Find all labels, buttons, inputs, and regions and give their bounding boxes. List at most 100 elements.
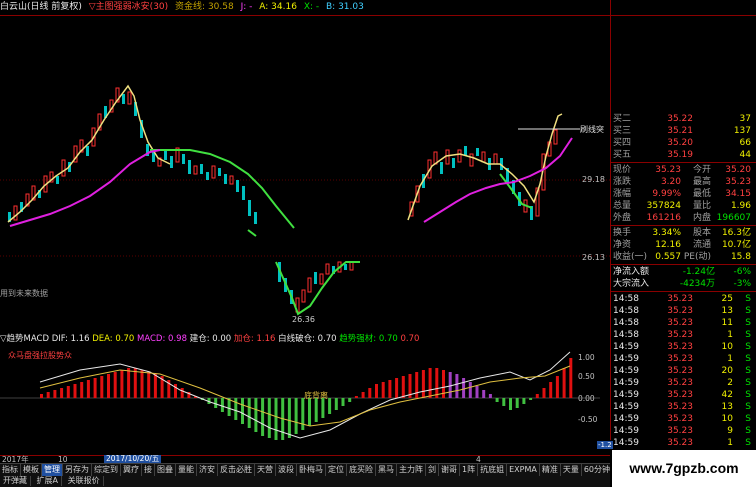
tab-7[interactable]: 图叠	[155, 464, 176, 476]
macd-bar	[401, 376, 405, 398]
macd-bar	[368, 388, 372, 398]
macd-bar	[247, 398, 251, 428]
macd-bar	[354, 396, 358, 398]
macd-bar	[113, 372, 117, 398]
tick-row-10: 14:59 35.23 10 S	[613, 414, 751, 424]
tab-2[interactable]: 管理	[42, 464, 63, 476]
tick-row-0: 14:58 35.23 25 S	[613, 294, 751, 304]
macd-bar	[60, 388, 64, 398]
macd-axis-3: 0.00	[578, 394, 595, 403]
bid-row-2: 买四 35.20 66	[613, 138, 751, 148]
macd-bar	[515, 398, 519, 408]
candles-segment-1	[8, 87, 257, 224]
tab-14[interactable]: 定位	[326, 464, 347, 476]
macd-title[interactable]: ▽趋势MACD	[0, 334, 49, 344]
panel-divider	[611, 162, 756, 163]
tab-6[interactable]: 接	[142, 464, 155, 476]
macd-bar	[220, 398, 224, 412]
macd-bar	[261, 398, 265, 436]
site-watermark: www.7gpzb.com	[612, 450, 756, 487]
macd-chart[interactable]: 众马盘强拉股势众 底背离 1.00 0.50 0.00 -0.50	[0, 346, 610, 456]
macd-bar	[455, 374, 459, 398]
macd-bar	[227, 398, 231, 416]
bid-row-3: 买五 35.19 44	[613, 150, 751, 160]
macd-bar	[361, 392, 365, 398]
breakout-label: 刷线突	[580, 124, 604, 134]
tick-row-4: 14:59 35.23 10 S	[613, 342, 751, 352]
macd-signal-label: 众马盘强拉股势众	[8, 350, 72, 360]
x-value: X: -	[303, 2, 320, 12]
fund-row-2: 收益(一) 0.557 PE(动) 15.8	[613, 252, 751, 262]
macd-end-value: 0.70	[400, 334, 420, 344]
bottom-tab-2[interactable]: 扩展A	[34, 476, 63, 486]
tab-11[interactable]: 天营	[255, 464, 276, 476]
macd-bar	[301, 398, 305, 430]
macd-bar	[542, 388, 546, 398]
macd-bar	[348, 398, 352, 402]
macd-bar	[509, 398, 512, 410]
indicator-tab-bar: 指标 模板 管理 另存为 综定到 翼疗接图叠 量能 济安 反击必胜 天营 波段 卧梅马 定位 底买险 黑马主…	[0, 463, 610, 476]
stat-row-3: 总量 357824 量比 1.96	[613, 201, 751, 211]
candlestick-chart[interactable]: 26.36 刷线突 用到未来数据 29.18 26.13	[0, 16, 610, 334]
dea-value: DEA: 0.70	[92, 334, 135, 344]
tab-24[interactable]: 天量	[561, 464, 582, 476]
tab-9[interactable]: 济安	[197, 464, 218, 476]
tab-3[interactable]: 另存为	[63, 464, 92, 476]
macd-bar	[569, 358, 573, 398]
tab-1[interactable]: 模板	[21, 464, 42, 476]
tab-13[interactable]: 卧梅马	[297, 464, 326, 476]
bottom-tab-1[interactable]: 开弹藏	[0, 476, 31, 486]
macd-bar	[421, 370, 425, 398]
macd-bar	[375, 384, 378, 398]
macd-bar	[308, 398, 311, 426]
scroll-marker[interactable]: -1.2	[597, 441, 613, 449]
tab-18[interactable]: 剑	[426, 464, 439, 476]
macd-axis-2: 0.50	[578, 372, 595, 381]
bid-row-0: 买二 35.22 37	[613, 114, 751, 124]
j-value: J: -	[240, 2, 253, 12]
macd-bar	[93, 378, 97, 398]
macd-axis-4: -0.50	[578, 415, 598, 424]
tab-4[interactable]: 综定到	[92, 464, 121, 476]
bottom-tab-3[interactable]: 关联报价	[65, 476, 104, 486]
tab-22[interactable]: EXPMA	[507, 464, 540, 476]
tab-12[interactable]: 波段	[276, 464, 297, 476]
tick-row-1: 14:58 35.23 13 S	[613, 306, 751, 316]
macd-bar	[475, 386, 479, 398]
capital-line-value: 资金线: 30.58	[175, 2, 234, 12]
tab-0[interactable]: 指标	[0, 464, 21, 476]
tab-17[interactable]: 主力阵	[397, 464, 426, 476]
fund-row-1: 净资 12.16 流通 10.7亿	[613, 240, 751, 250]
tab-15[interactable]: 底买险	[347, 464, 376, 476]
future-data-note: 用到未来数据	[0, 288, 48, 298]
tab-25[interactable]: 60分钟	[582, 464, 610, 476]
tab-20[interactable]: 1阵	[460, 464, 479, 476]
tab-21[interactable]: 抗底姐	[478, 464, 508, 476]
tab-23[interactable]: 精准	[540, 464, 561, 476]
tab-8[interactable]: 量能	[176, 464, 197, 476]
indicator-name[interactable]: ▽主图强弱冰安(30)	[89, 2, 168, 12]
macd-bar	[334, 398, 338, 410]
macd-bar	[314, 398, 318, 422]
stock-title[interactable]: 白云山(日线 前复权)	[0, 2, 82, 12]
bid-row-1: 买三 35.21 137	[613, 126, 751, 136]
stat-row-2: 涨幅 9.99% 最低 34.15	[613, 189, 751, 199]
macd-bar	[73, 384, 77, 398]
macd-bar	[180, 388, 184, 398]
tab-5[interactable]: 翼疗	[121, 464, 142, 476]
tab-10[interactable]: 反击必胜	[218, 464, 255, 476]
tick-row-6: 14:59 35.23 20 S	[613, 366, 751, 376]
macd-bar	[502, 398, 506, 406]
tab-16[interactable]: 黑马	[376, 464, 397, 476]
macd-bar	[267, 398, 271, 438]
macd-bar	[415, 372, 419, 398]
macd-bar	[381, 382, 385, 398]
macd-bar	[46, 392, 50, 398]
tab-19[interactable]: 谢哥	[439, 464, 460, 476]
date-axis: 2017年 10 2017/10/20/五 4	[0, 455, 610, 464]
selected-date[interactable]: 2017/10/20/五	[104, 455, 162, 463]
macd-bar	[294, 398, 298, 434]
macd-bar	[555, 376, 559, 398]
qushi-value: 趋势强材: 0.70	[339, 334, 398, 344]
macd-bar	[153, 374, 157, 398]
